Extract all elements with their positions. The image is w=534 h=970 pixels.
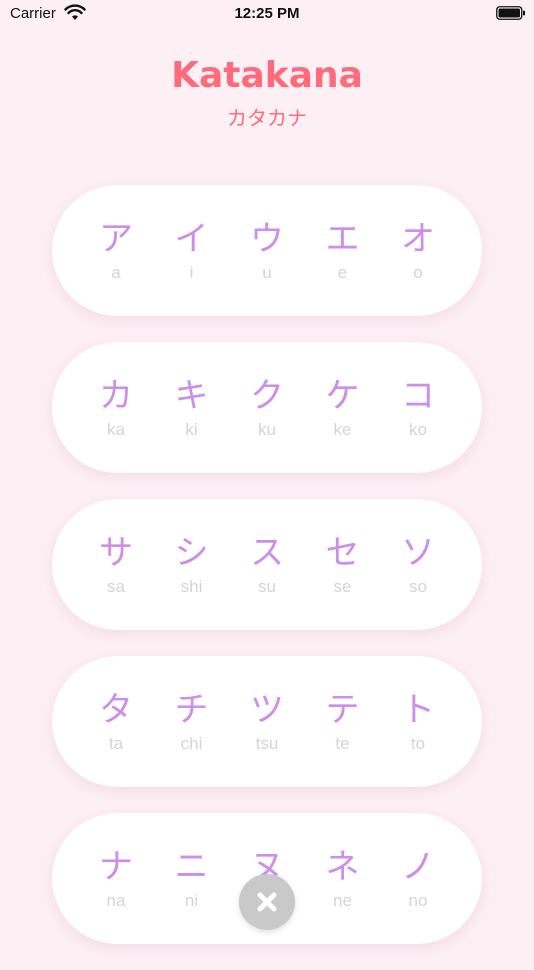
- kana-character: ア: [99, 218, 133, 259]
- romaji-label: ka: [107, 419, 125, 439]
- romaji-label: ki: [185, 419, 198, 439]
- romaji-label: te: [335, 733, 350, 753]
- kana-cell[interactable]: チ chi: [172, 690, 212, 754]
- kana-character: セ: [325, 532, 360, 573]
- kana-character: エ: [325, 218, 360, 259]
- romaji-label: su: [258, 576, 276, 596]
- romaji-label: ni: [184, 890, 199, 910]
- close-icon: [257, 892, 277, 912]
- kana-character: チ: [174, 689, 209, 730]
- romaji-label: ne: [333, 890, 352, 910]
- romaji-label: tsu: [255, 733, 279, 753]
- kana-character: シ: [174, 532, 209, 573]
- battery-icon: [496, 6, 525, 20]
- romaji-label: so: [409, 576, 427, 596]
- kana-character: サ: [99, 532, 133, 573]
- kana-character: ニ: [174, 846, 209, 887]
- kana-cell[interactable]: ク ku: [247, 376, 287, 440]
- romaji-label: to: [410, 733, 426, 753]
- kana-cell[interactable]: キ ki: [172, 376, 212, 440]
- kana-cell[interactable]: イi: [172, 219, 212, 283]
- kana-cell[interactable]: カ ka: [96, 376, 136, 440]
- romaji-label: o: [413, 262, 423, 282]
- romaji-label: e: [337, 262, 348, 282]
- romaji-label: sa: [107, 576, 125, 596]
- kana-rows: アa イi ウu エe オo カ ka キ ki ク ku ケ ke コ ko サ sa シ…: [52, 185, 482, 970]
- kana-cell[interactable]: タ ta: [96, 690, 136, 754]
- kana-character: ソ: [401, 532, 435, 573]
- romaji-label: ke: [333, 419, 352, 439]
- kana-character: ス: [250, 532, 284, 573]
- kana-cell[interactable]: ネ ne: [323, 847, 363, 911]
- close-button[interactable]: [239, 874, 295, 930]
- kana-row-a: アa イi ウu エe オo: [52, 185, 482, 316]
- kana-character: ト: [401, 689, 435, 730]
- romaji-label: ko: [409, 419, 427, 439]
- kana-row-ta: タ ta チ chi ツ tsu テ te ト to: [52, 656, 482, 787]
- kana-cell[interactable]: ト to: [398, 690, 438, 754]
- romaji-label: ku: [258, 419, 276, 439]
- kana-cell[interactable]: セ se: [323, 533, 363, 597]
- kana-character: ツ: [250, 689, 284, 730]
- romaji-label: se: [333, 576, 352, 596]
- kana-character: カ: [99, 375, 133, 416]
- kana-cell[interactable]: テ te: [323, 690, 363, 754]
- kana-cell[interactable]: アa: [96, 219, 136, 283]
- kana-cell[interactable]: ソ so: [398, 533, 438, 597]
- kana-cell[interactable]: ス su: [247, 533, 287, 597]
- kana-cell[interactable]: ツ tsu: [247, 690, 287, 754]
- romaji-label: na: [106, 890, 126, 910]
- kana-character: ネ: [325, 846, 360, 887]
- kana-character: タ: [99, 689, 133, 730]
- kana-character: ウ: [250, 218, 284, 259]
- kana-character: コ: [401, 375, 435, 416]
- kana-cell[interactable]: シ shi: [172, 533, 212, 597]
- kana-cell[interactable]: ウu: [247, 219, 287, 283]
- kana-cell[interactable]: ノ no: [398, 847, 438, 911]
- status-time: 12:25 PM: [234, 5, 300, 22]
- page-title: Katakana: [171, 55, 363, 96]
- kana-cell[interactable]: ケ ke: [323, 376, 363, 440]
- romaji-label: chi: [180, 733, 203, 753]
- kana-cell[interactable]: サ sa: [96, 533, 136, 597]
- kana-cell[interactable]: エe: [323, 219, 363, 283]
- romaji-label: i: [189, 262, 194, 282]
- kana-character: キ: [174, 375, 209, 416]
- kana-cell[interactable]: コ ko: [398, 376, 438, 440]
- kana-character: ノ: [401, 846, 435, 887]
- romaji-label: ta: [108, 733, 124, 753]
- romaji-label: u: [262, 262, 272, 282]
- romaji-label: shi: [180, 576, 203, 596]
- kana-cell[interactable]: オo: [398, 219, 438, 283]
- kana-character: イ: [174, 218, 209, 259]
- kana-character: テ: [325, 689, 360, 730]
- romaji-label: no: [408, 890, 428, 910]
- kana-row-ka: カ ka キ ki ク ku ケ ke コ ko: [52, 342, 482, 473]
- kana-character: ケ: [325, 375, 360, 416]
- kana-character: ク: [250, 375, 284, 416]
- status-bar: Carrier 12:25 PM: [0, 0, 534, 28]
- romaji-label: a: [111, 262, 121, 282]
- page-subtitle: カタカナ: [227, 106, 307, 130]
- kana-row-sa: サ sa シ shi ス su セ se ソ so: [52, 499, 482, 630]
- kana-character: オ: [401, 218, 435, 259]
- kana-cell[interactable]: ニ ni: [172, 847, 212, 911]
- kana-cell[interactable]: ナ na: [96, 847, 136, 911]
- kana-character: ナ: [99, 846, 133, 887]
